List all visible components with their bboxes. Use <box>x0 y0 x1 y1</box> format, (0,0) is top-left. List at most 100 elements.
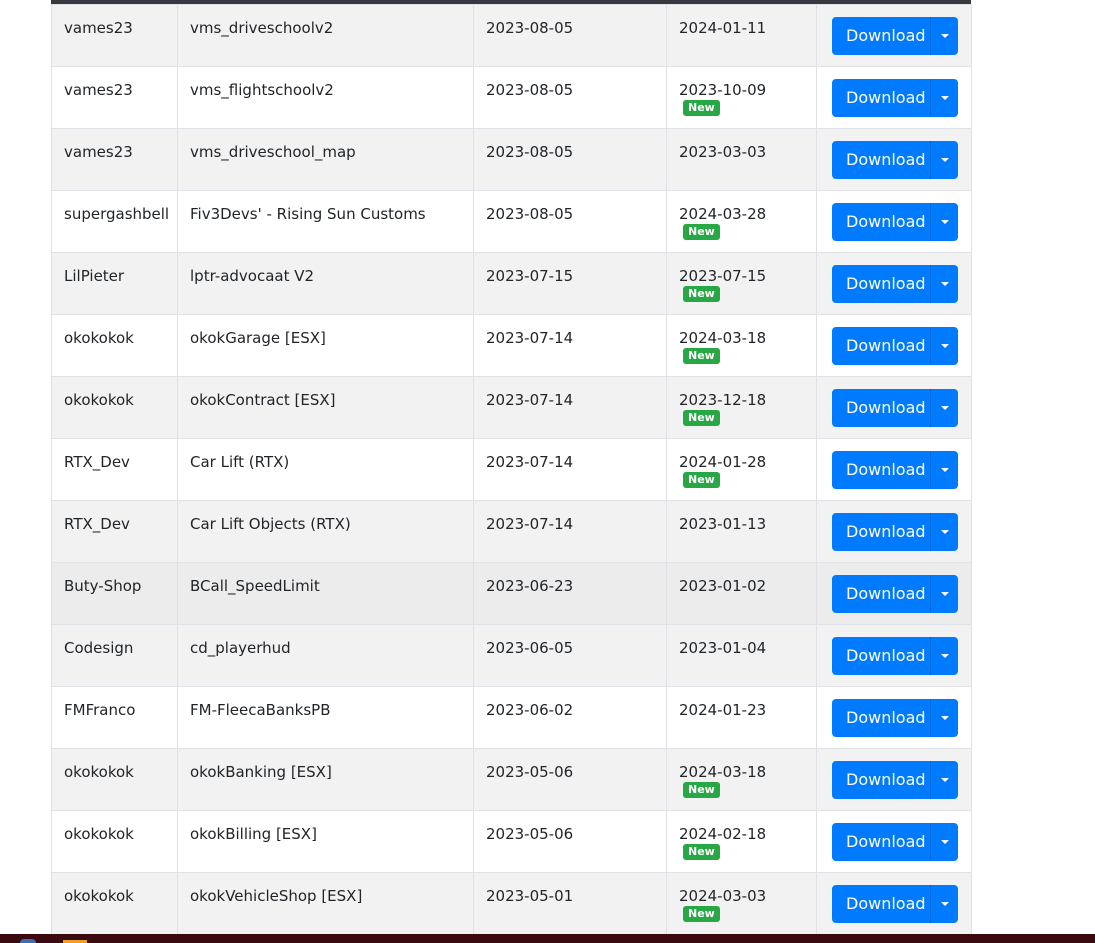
date-added-cell: 2023-08-05 <box>473 128 667 191</box>
table-body: vames23 vms_driveschoolv2 2023-08-05 2024-0… <box>51 4 972 935</box>
table-row: supergashbell Fiv3Devs' - Rising Sun Cust… <box>51 190 972 253</box>
resource-name-cell: vms_driveschool_map <box>177 128 474 191</box>
resource-name-cell-text: vms_driveschool_map <box>190 143 356 161</box>
download-dropdown-toggle[interactable] <box>930 79 958 117</box>
caret-down-icon <box>940 282 949 286</box>
download-button[interactable]: Download <box>832 575 930 613</box>
download-button[interactable]: Download <box>832 265 930 303</box>
date-updated-cell-text: 2023-01-13 <box>679 515 767 533</box>
author-cell: okokokok <box>51 872 178 935</box>
action-cell: Download <box>816 748 972 811</box>
author-cell-text: vames23 <box>64 19 133 37</box>
download-dropdown-toggle[interactable] <box>930 451 958 489</box>
download-button-group: Download <box>832 389 958 427</box>
resource-name-cell: okokBilling [ESX] <box>177 810 474 873</box>
download-dropdown-toggle[interactable] <box>930 885 958 923</box>
download-dropdown-toggle[interactable] <box>930 575 958 613</box>
download-dropdown-toggle[interactable] <box>930 203 958 241</box>
resource-name-cell-text: okokGarage [ESX] <box>190 329 326 347</box>
date-updated-cell-text: 2024-02-18 <box>679 825 767 843</box>
author-cell-text: Buty-Shop <box>64 577 142 595</box>
download-dropdown-toggle[interactable] <box>930 17 958 55</box>
date-added-cell-text: 2023-07-14 <box>486 329 574 347</box>
download-button[interactable]: Download <box>832 761 930 799</box>
table-row: Buty-Shop BCall_SpeedLimit 2023-06-23 2023-… <box>51 562 972 625</box>
author-cell-text: RTX_Dev <box>64 515 130 533</box>
download-button-group: Download <box>832 637 958 675</box>
action-cell: Download <box>816 66 972 129</box>
author-cell-text: Codesign <box>64 639 134 657</box>
new-badge: New <box>683 906 720 922</box>
download-button[interactable]: Download <box>832 203 930 241</box>
date-added-cell-text: 2023-05-06 <box>486 825 574 843</box>
download-dropdown-toggle[interactable] <box>930 823 958 861</box>
download-button-group: Download <box>832 17 958 55</box>
resource-name-cell: lptr-advocaat V2 <box>177 252 474 315</box>
author-cell-text: okokokok <box>64 329 134 347</box>
author-cell: LilPieter <box>51 252 178 315</box>
download-dropdown-toggle[interactable] <box>930 761 958 799</box>
author-cell: vames23 <box>51 66 178 129</box>
date-added-cell-text: 2023-08-05 <box>486 81 574 99</box>
resource-name-cell: okokVehicleShop [ESX] <box>177 872 474 935</box>
download-button-group: Download <box>832 761 958 799</box>
table-row: okokokok okokGarage [ESX] 2023-07-14 2024-0… <box>51 314 972 377</box>
author-cell: vames23 <box>51 128 178 191</box>
download-button-group: Download <box>832 823 958 861</box>
download-button[interactable]: Download <box>832 699 930 737</box>
download-button[interactable]: Download <box>832 389 930 427</box>
download-button[interactable]: Download <box>832 17 930 55</box>
date-added-cell: 2023-05-06 <box>473 810 667 873</box>
download-dropdown-toggle[interactable] <box>930 637 958 675</box>
download-button[interactable]: Download <box>832 823 930 861</box>
resource-name-cell-text: okokBilling [ESX] <box>190 825 317 843</box>
download-button[interactable]: Download <box>832 513 930 551</box>
resource-name-cell-text: FM-FleecaBanksPB <box>190 701 331 719</box>
table-row: FMFranco FM-FleecaBanksPB 2023-06-02 2024-0… <box>51 686 972 749</box>
caret-down-icon <box>940 716 949 720</box>
table-row: vames23 vms_flightschoolv2 2023-08-05 2023-… <box>51 66 972 129</box>
author-cell: okokokok <box>51 314 178 377</box>
date-added-cell: 2023-07-14 <box>473 314 667 377</box>
download-button-group: Download <box>832 265 958 303</box>
caret-down-icon <box>940 592 949 596</box>
download-button[interactable]: Download <box>832 885 930 923</box>
date-added-cell-text: 2023-05-06 <box>486 763 574 781</box>
caret-down-icon <box>940 902 949 906</box>
author-cell: vames23 <box>51 4 178 67</box>
date-added-cell: 2023-07-14 <box>473 500 667 563</box>
date-added-cell: 2023-05-06 <box>473 748 667 811</box>
caret-down-icon <box>940 344 949 348</box>
date-updated-cell: 2023-07-15New <box>666 252 817 315</box>
date-added-cell-text: 2023-08-05 <box>486 143 574 161</box>
download-dropdown-toggle[interactable] <box>930 327 958 365</box>
author-cell-text: okokokok <box>64 763 134 781</box>
date-updated-cell: 2023-01-13 <box>666 500 817 563</box>
taskbar-app-icon[interactable] <box>20 939 36 943</box>
date-added-cell: 2023-07-14 <box>473 438 667 501</box>
date-updated-cell: 2023-01-04 <box>666 624 817 687</box>
download-button[interactable]: Download <box>832 327 930 365</box>
download-button[interactable]: Download <box>832 451 930 489</box>
download-button[interactable]: Download <box>832 637 930 675</box>
date-updated-cell: 2024-01-23 <box>666 686 817 749</box>
action-cell: Download <box>816 624 972 687</box>
download-button-group: Download <box>832 203 958 241</box>
caret-down-icon <box>940 158 949 162</box>
caret-down-icon <box>940 530 949 534</box>
author-cell-text: okokokok <box>64 391 134 409</box>
action-cell: Download <box>816 190 972 253</box>
date-updated-cell: 2023-12-18New <box>666 376 817 439</box>
download-button[interactable]: Download <box>832 141 930 179</box>
author-cell-text: RTX_Dev <box>64 453 130 471</box>
download-button[interactable]: Download <box>832 79 930 117</box>
download-dropdown-toggle[interactable] <box>930 141 958 179</box>
download-dropdown-toggle[interactable] <box>930 265 958 303</box>
download-button-group: Download <box>832 141 958 179</box>
date-added-cell-text: 2023-07-14 <box>486 515 574 533</box>
download-dropdown-toggle[interactable] <box>930 699 958 737</box>
date-updated-cell-text: 2024-01-23 <box>679 701 767 719</box>
download-dropdown-toggle[interactable] <box>930 513 958 551</box>
date-added-cell: 2023-05-01 <box>473 872 667 935</box>
download-dropdown-toggle[interactable] <box>930 389 958 427</box>
